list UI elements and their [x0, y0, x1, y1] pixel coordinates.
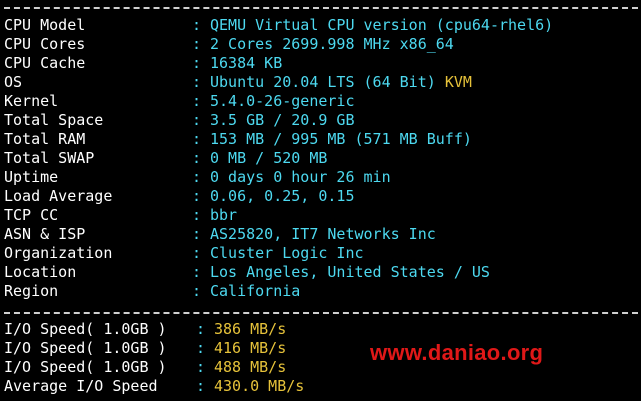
row-colon: :: [192, 35, 202, 53]
row-colon: :: [192, 92, 202, 110]
row-value: 416 MB/s: [214, 339, 287, 357]
row-colon: :: [192, 263, 202, 281]
io-row: I/O Speed( 1.0GB ) : 488 MB/s: [4, 358, 286, 377]
row-colon: :: [196, 358, 206, 376]
separator-line-top: [4, 7, 638, 9]
row-colon: :: [196, 339, 206, 357]
row-label: Organization: [4, 244, 113, 262]
row-colon: :: [196, 377, 206, 395]
info-row-os: OS : Ubuntu 20.04 LTS (64 Bit) KVM: [4, 73, 472, 92]
watermark-text: www.daniao.org: [370, 340, 544, 365]
row-value: Cluster Logic Inc: [210, 244, 364, 262]
row-value: Ubuntu 20.04 LTS (64 Bit): [210, 73, 436, 91]
row-colon: :: [192, 130, 202, 148]
row-value: 0.06, 0.25, 0.15: [210, 187, 355, 205]
row-value: 3.5 GB / 20.9 GB: [210, 111, 355, 129]
row-value: bbr: [210, 206, 238, 224]
info-row-asn-isp: ASN & ISP : AS25820, IT7 Networks Inc: [4, 225, 436, 244]
info-row-cpu-model: CPU Model : QEMU Virtual CPU version (cp…: [4, 16, 553, 35]
row-label: I/O Speed( 1.0GB ): [4, 339, 167, 357]
row-value: 5.4.0-26-generic: [210, 92, 355, 110]
row-value: 430.0 MB/s: [214, 377, 305, 395]
row-label: I/O Speed( 1.0GB ): [4, 358, 167, 376]
virtualization-text: KVM: [444, 73, 472, 91]
info-row-location: Location : Los Angeles, United States / …: [4, 263, 490, 282]
row-colon: :: [192, 111, 202, 129]
row-label: Kernel: [4, 92, 59, 110]
row-value: AS25820, IT7 Networks Inc: [210, 225, 436, 243]
info-row-total-swap: Total SWAP : 0 MB / 520 MB: [4, 149, 327, 168]
info-row-load-average: Load Average : 0.06, 0.25, 0.15: [4, 187, 355, 206]
row-colon: :: [192, 282, 202, 300]
row-value: 0 days 0 hour 26 min: [210, 168, 391, 186]
row-value: QEMU Virtual CPU version (cpu64-rhel6): [210, 16, 554, 34]
info-row-organization: Organization : Cluster Logic Inc: [4, 244, 364, 263]
row-label: Total RAM: [4, 130, 86, 148]
row-label: CPU Model: [4, 16, 86, 34]
row-value: 153 MB / 995 MB (571 MB Buff): [210, 130, 472, 148]
row-label: I/O Speed( 1.0GB ): [4, 320, 167, 338]
virtualization-badge: KVM: [436, 73, 472, 92]
row-colon: :: [192, 225, 202, 243]
row-colon: :: [192, 244, 202, 262]
row-label: CPU Cache: [4, 54, 86, 72]
row-value: 488 MB/s: [214, 358, 287, 376]
row-label: Load Average: [4, 187, 113, 205]
separator-line-middle: [4, 312, 638, 314]
io-row: I/O Speed( 1.0GB ) : 416 MB/s: [4, 339, 286, 358]
row-label: Total SWAP: [4, 149, 95, 167]
info-row-kernel: Kernel : 5.4.0-26-generic: [4, 92, 355, 111]
row-value: 16384 KB: [210, 54, 283, 72]
info-row-total-ram: Total RAM : 153 MB / 995 MB (571 MB Buff…: [4, 130, 472, 149]
row-label: Average I/O Speed: [4, 377, 158, 395]
row-label: TCP CC: [4, 206, 59, 224]
row-label: Location: [4, 263, 77, 281]
row-value: 0 MB / 520 MB: [210, 149, 328, 167]
row-colon: :: [192, 187, 202, 205]
io-row: I/O Speed( 1.0GB ) : 386 MB/s: [4, 320, 286, 339]
row-colon: :: [192, 73, 202, 91]
info-row-region: Region : California: [4, 282, 300, 301]
info-row-total-space: Total Space : 3.5 GB / 20.9 GB: [4, 111, 355, 130]
row-colon: :: [196, 320, 206, 338]
row-colon: :: [192, 168, 202, 186]
info-row-cpu-cores: CPU Cores : 2 Cores 2699.998 MHz x86_64: [4, 35, 454, 54]
info-row-uptime: Uptime : 0 days 0 hour 26 min: [4, 168, 391, 187]
row-label: CPU Cores: [4, 35, 86, 53]
row-colon: :: [192, 149, 202, 167]
row-value: California: [210, 282, 301, 300]
row-label: Region: [4, 282, 59, 300]
terminal-window: CPU Model : QEMU Virtual CPU version (cp…: [0, 0, 641, 401]
row-label: Uptime: [4, 168, 59, 186]
row-label: ASN & ISP: [4, 225, 86, 243]
info-row-cpu-cache: CPU Cache : 16384 KB: [4, 54, 282, 73]
row-colon: :: [192, 54, 202, 72]
row-colon: :: [192, 206, 202, 224]
row-colon: :: [192, 16, 202, 34]
row-value: Los Angeles, United States / US: [210, 263, 490, 281]
row-value: 2 Cores 2699.998 MHz x86_64: [210, 35, 454, 53]
row-label: OS: [4, 73, 23, 91]
row-label: Total Space: [4, 111, 104, 129]
row-value: 386 MB/s: [214, 320, 287, 338]
io-row-average: Average I/O Speed : 430.0 MB/s: [4, 377, 304, 396]
info-row-tcp-cc: TCP CC : bbr: [4, 206, 237, 225]
